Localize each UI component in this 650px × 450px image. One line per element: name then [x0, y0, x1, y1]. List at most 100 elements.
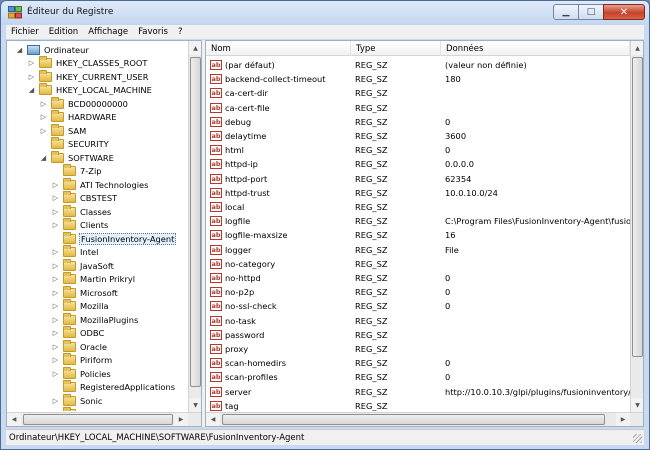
tree-node[interactable]: ▷ Clients	[51, 218, 109, 232]
tree-node[interactable]: ▷ Classes	[51, 204, 112, 218]
value-row[interactable]: ab no-task REG_SZ	[206, 314, 630, 328]
tree-node[interactable]: ▷ Martin Prikryl	[51, 272, 136, 286]
value-row[interactable]: ab proxy REG_SZ	[206, 342, 630, 356]
value-row[interactable]: ab backend-collect-timeout REG_SZ 180	[206, 72, 630, 86]
collapse-arrow-icon[interactable]: ◢	[39, 154, 48, 162]
value-row[interactable]: ab no-ssl-check REG_SZ 0	[206, 299, 630, 313]
expand-arrow-icon[interactable]: ▷	[51, 262, 60, 270]
value-row[interactable]: ab tag REG_SZ	[206, 399, 630, 411]
expand-arrow-icon[interactable]: ▷	[51, 208, 60, 216]
expand-arrow-icon[interactable]: ▷	[39, 100, 48, 108]
value-row[interactable]: ab ca-cert-dir REG_SZ	[206, 86, 630, 100]
menu-fichier[interactable]: Fichier	[6, 27, 44, 37]
value-row[interactable]: ab no-p2p REG_SZ 0	[206, 285, 630, 299]
collapse-arrow-icon[interactable]: ◢	[27, 86, 36, 94]
value-row[interactable]: ab httpd-port REG_SZ 62354	[206, 172, 630, 186]
tree-scroll-thumb[interactable]	[190, 57, 201, 387]
tree-node[interactable]: ▷ CBSTEST	[51, 191, 118, 205]
resize-grip-icon[interactable]	[633, 434, 642, 443]
scroll-left-icon[interactable]: ◀	[7, 413, 21, 426]
tree-node[interactable]: ▷ Microsoft	[51, 285, 119, 299]
tree-node[interactable]: ▷ SAM	[39, 123, 87, 137]
value-row[interactable]: ab logfile REG_SZ C:\Program Files\FusionIn…	[206, 214, 630, 228]
expand-arrow-icon[interactable]: ▷	[51, 316, 60, 324]
scroll-down-icon[interactable]: ▼	[189, 398, 201, 412]
expand-arrow-icon[interactable]: ▷	[27, 73, 36, 81]
values-list-pane[interactable]: Nom Type Données ab (par défaut) REG_SZ (va…	[205, 40, 644, 427]
value-row[interactable]: ab (par défaut) REG_SZ (valeur non définie)	[206, 58, 630, 72]
column-header-data[interactable]: Données	[441, 41, 630, 56]
values-scroll-thumb[interactable]	[632, 57, 643, 357]
expand-arrow-icon[interactable]: ▷	[51, 248, 60, 256]
expand-arrow-icon[interactable]: ▷	[39, 127, 48, 135]
expand-arrow-icon[interactable]: ▷	[51, 356, 60, 364]
scroll-down-icon[interactable]: ▼	[631, 398, 643, 412]
title-bar[interactable]: Éditeur du Registre ▁ □ ✕	[1, 1, 649, 25]
minimize-button[interactable]: ▁	[553, 4, 579, 20]
scroll-right-icon[interactable]: ▶	[174, 413, 188, 426]
collapse-arrow-icon[interactable]: ◢	[15, 46, 24, 54]
tree-horizontal-scrollbar[interactable]: ◀ ▶	[7, 412, 201, 426]
expand-arrow-icon[interactable]: ▷	[51, 343, 60, 351]
value-row[interactable]: ab logfile-maxsize REG_SZ 16	[206, 228, 630, 242]
value-row[interactable]: ab httpd-trust REG_SZ 10.0.10.0/24	[206, 186, 630, 200]
scroll-up-icon[interactable]: ▲	[631, 41, 643, 55]
maximize-button[interactable]: □	[578, 4, 604, 20]
tree-node[interactable]: ▷ Wow6432Node	[51, 407, 143, 411]
tree-node[interactable]: SECURITY	[39, 137, 110, 151]
expand-arrow-icon[interactable]: ▷	[51, 302, 60, 310]
values-horizontal-scrollbar[interactable]: ◀ ▶	[206, 412, 643, 426]
expand-arrow-icon[interactable]: ▷	[51, 181, 60, 189]
expand-arrow-icon[interactable]: ▷	[51, 397, 60, 405]
value-row[interactable]: ab scan-profiles REG_SZ 0	[206, 370, 630, 384]
tree-node[interactable]: ▷ HKEY_CLASSES_ROOT	[27, 56, 149, 70]
expand-arrow-icon[interactable]: ▷	[39, 113, 48, 121]
scroll-up-icon[interactable]: ▲	[189, 41, 201, 55]
expand-arrow-icon[interactable]: ▷	[51, 275, 60, 283]
tree-node[interactable]: ▷ Oracle	[51, 339, 108, 353]
expand-arrow-icon[interactable]: ▷	[51, 194, 60, 202]
tree-node[interactable]: RegisteredApplications	[51, 380, 176, 394]
expand-arrow-icon[interactable]: ▷	[51, 370, 60, 378]
expand-arrow-icon[interactable]: ▷	[51, 410, 60, 411]
tree-node[interactable]: ▷ Intel	[51, 245, 99, 259]
menu-edition[interactable]: Edition	[44, 27, 83, 37]
value-row[interactable]: ab scan-homedirs REG_SZ 0	[206, 356, 630, 370]
value-row[interactable]: ab no-httpd REG_SZ 0	[206, 271, 630, 285]
tree-node[interactable]: ▷ Sonic	[51, 393, 103, 407]
value-row[interactable]: ab debug REG_SZ 0	[206, 115, 630, 129]
tree-node[interactable]: FusionInventory-Agent	[51, 231, 177, 245]
tree-node[interactable]: ▷ ATI Technologies	[51, 177, 149, 191]
value-row[interactable]: ab delaytime REG_SZ 3600	[206, 129, 630, 143]
column-header-name[interactable]: Nom	[206, 41, 351, 56]
expand-arrow-icon[interactable]: ▷	[27, 59, 36, 67]
close-button[interactable]: ✕	[603, 4, 645, 20]
value-row[interactable]: ab no-category REG_SZ	[206, 257, 630, 271]
tree-node[interactable]: ▷ Piriform	[51, 353, 113, 367]
scroll-left-icon[interactable]: ◀	[206, 413, 220, 426]
tree-node[interactable]: ◢ Ordinateur	[15, 43, 90, 56]
key-tree-pane[interactable]: ◢ Ordinateur ▷ HKEY_CLASSES_ROOT ▷ HKEY_CURRE…	[6, 40, 202, 427]
expand-arrow-icon[interactable]: ▷	[51, 329, 60, 337]
values-hscroll-thumb[interactable]	[222, 414, 605, 425]
expand-arrow-icon[interactable]: ▷	[51, 289, 60, 297]
value-row[interactable]: ab ca-cert-file REG_SZ	[206, 101, 630, 115]
value-row[interactable]: ab password REG_SZ	[206, 328, 630, 342]
tree-node[interactable]: ▷ HKEY_CURRENT_USER	[27, 69, 150, 83]
menu-favoris[interactable]: Favoris	[133, 27, 173, 37]
values-vertical-scrollbar[interactable]: ▲ ▼	[630, 41, 643, 412]
tree-node[interactable]: ◢ SOFTWARE	[39, 150, 115, 164]
tree-node[interactable]: ▷ JavaSoft	[51, 258, 115, 272]
tree-vertical-scrollbar[interactable]: ▲ ▼	[188, 41, 201, 412]
tree-node[interactable]: ▷ HARDWARE	[39, 110, 118, 124]
tree-node[interactable]: ▷ Policies	[51, 366, 112, 380]
tree-node[interactable]: ▷ BCD00000000	[39, 96, 129, 110]
menu-affichage[interactable]: Affichage	[83, 27, 133, 37]
scroll-right-icon[interactable]: ▶	[616, 413, 630, 426]
tree-node[interactable]: ▷ ODBC	[51, 326, 105, 340]
value-row[interactable]: ab local REG_SZ	[206, 200, 630, 214]
value-row[interactable]: ab logger REG_SZ File	[206, 243, 630, 257]
expand-arrow-icon[interactable]: ▷	[51, 221, 60, 229]
tree-node[interactable]: ▷ Mozilla	[51, 299, 110, 313]
value-row[interactable]: ab httpd-ip REG_SZ 0.0.0.0	[206, 157, 630, 171]
